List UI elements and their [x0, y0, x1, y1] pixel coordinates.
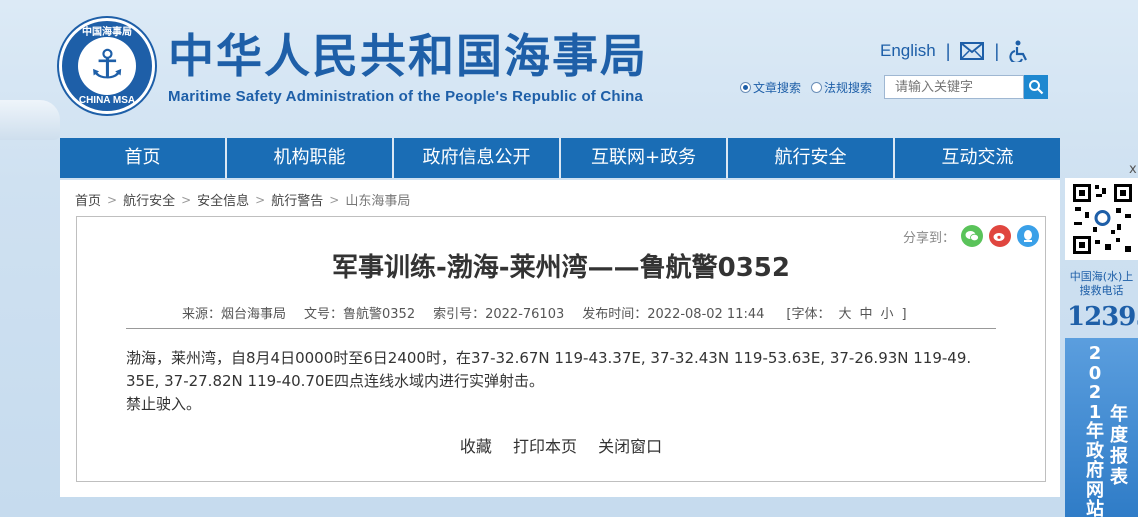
report-char: 1	[1088, 401, 1102, 423]
qq-icon[interactable]	[1017, 225, 1039, 247]
breadcrumb-shandong-msa[interactable]: 山东海事局	[345, 190, 410, 209]
radio-dot[interactable]	[811, 81, 823, 93]
breadcrumb-navigation-safety[interactable]: 航行安全	[123, 190, 175, 209]
share-label: 分享到：	[902, 230, 955, 246]
article-panel: 分享到： 军事训练-渤海-莱州湾——鲁航警0352 来源：烟台海事局 文号：鲁航…	[76, 216, 1046, 482]
meta-index-no: 索引号：2022-76103	[433, 307, 565, 322]
logo-top-text: 中国海事局	[82, 27, 132, 38]
wechat-icon[interactable]	[961, 225, 983, 247]
mail-icon[interactable]	[960, 42, 985, 60]
site-title: 中华人民共和国海事局	[168, 29, 648, 83]
report-char: 0	[1088, 362, 1102, 384]
separator: |	[945, 40, 951, 61]
report-char: 报	[1110, 446, 1128, 467]
article-meta: 来源：烟台海事局 文号：鲁航警0352 索引号：2022-76103 发布时间：…	[182, 303, 911, 322]
print-button[interactable]: 打印本页	[513, 437, 577, 456]
hotline-label-line: 搜救电话	[1079, 284, 1124, 297]
report-title-column: 年 度 报 表	[1107, 404, 1131, 488]
report-char: 年	[1110, 404, 1128, 425]
logo-bottom-text: CHINA MSA	[78, 95, 136, 106]
breadcrumb: 首页 > 航行安全 > 安全信息 > 航行警告 > 山东海事局	[75, 190, 410, 210]
radio-regulation-label: 法规搜索	[824, 80, 873, 95]
search-icon	[1029, 80, 1044, 95]
article-body: 渤海，莱州湾，自8月4日0000时至6日2400时，在37-32.67N 119…	[126, 347, 1006, 416]
radio-dot-checked[interactable]	[740, 81, 751, 93]
breadcrumb-arrow: >	[329, 192, 340, 207]
msa-logo[interactable]: 中国海事局 ⚓ CHINA MSA	[59, 18, 155, 114]
font-large-button[interactable]: 大	[838, 307, 851, 322]
body-line: 渤海，莱州湾，自8月4日0000时至6日2400时，在37-32.67N 119…	[126, 349, 972, 367]
weibo-icon[interactable]	[989, 225, 1011, 247]
site-subtitle: Maritime Safety Administration of the Pe…	[168, 88, 644, 105]
meta-doc-no: 文号：鲁航警0352	[304, 307, 416, 322]
article-title: 军事训练-渤海-莱州湾——鲁航警0352	[332, 253, 790, 283]
search-input[interactable]	[884, 75, 1025, 99]
breadcrumb-arrow: >	[181, 192, 192, 207]
meta-publish-time: 发布时间：2022-08-02 11:44	[582, 307, 765, 322]
report-year-column: 2 0 2 1 年 政 府 网 站	[1085, 344, 1105, 517]
logo-center: ⚓	[78, 37, 136, 95]
sidebar-close-button[interactable]: x	[1129, 162, 1137, 177]
meta-source: 来源：烟台海事局	[182, 307, 287, 322]
share-bar: 分享到：	[903, 225, 1039, 247]
anchor-icon: ⚓	[89, 42, 125, 88]
hotline-label: 中国海(水)上 搜救电话	[1065, 270, 1138, 298]
favorite-button[interactable]: 收藏	[460, 437, 492, 456]
top-links: English | |	[880, 38, 1029, 64]
breadcrumb-home[interactable]: 首页	[75, 190, 101, 209]
nav-item-functions[interactable]: 机构职能	[227, 138, 394, 178]
nav-item-gov-info[interactable]: 政府信息公开	[394, 138, 561, 178]
hotline-label-line: 中国海(水)上	[1069, 270, 1134, 283]
nav-item-internet-gov[interactable]: 互联网+政务	[561, 138, 728, 178]
english-link[interactable]: English	[880, 41, 936, 61]
report-char: 年	[1086, 421, 1104, 442]
accessibility-icon[interactable]	[1009, 40, 1029, 62]
article-actions: 收藏 打印本页 关闭窗口	[77, 433, 1045, 457]
main-nav: 首页 机构职能 政府信息公开 互联网+政务 航行安全 互动交流	[60, 138, 1060, 178]
nav-item-navigation-safety[interactable]: 航行安全	[728, 138, 895, 178]
separator: |	[994, 40, 1000, 61]
font-size-control: [字体： 大中小]	[782, 303, 910, 322]
body-line: 35E, 37-27.82N 119-40.70E四点连线水域内进行实弹射击。	[126, 372, 544, 390]
meta-divider	[126, 328, 996, 329]
report-char: 2	[1088, 343, 1102, 364]
report-char: 度	[1110, 425, 1128, 446]
qr-code	[1065, 178, 1138, 260]
report-char: 网	[1086, 479, 1104, 501]
report-char: 2	[1088, 382, 1102, 403]
report-char: 政	[1086, 440, 1104, 462]
hotline-number: 12395	[1067, 302, 1138, 332]
font-close-bracket: ]	[901, 307, 907, 322]
search-button[interactable]	[1024, 75, 1049, 99]
body-line: 禁止驶入。	[126, 395, 202, 413]
breadcrumb-arrow: >	[107, 192, 118, 207]
font-small-button[interactable]: 小	[881, 307, 894, 322]
search-bar: 文章搜索 法规搜索	[740, 75, 1049, 99]
nav-item-interaction[interactable]: 互动交流	[895, 138, 1060, 178]
radio-article-search[interactable]: 文章搜索	[740, 79, 801, 96]
breadcrumb-arrow: >	[255, 192, 266, 207]
header-ship-decoration	[0, 100, 60, 140]
content-area: 首页 > 航行安全 > 安全信息 > 航行警告 > 山东海事局 分享到： 军事训…	[60, 180, 1060, 497]
breadcrumb-safety-info[interactable]: 安全信息	[197, 190, 249, 209]
report-char: 表	[1110, 467, 1128, 488]
nav-item-home[interactable]: 首页	[60, 138, 227, 178]
breadcrumb-nav-warnings[interactable]: 航行警告	[271, 190, 323, 209]
report-char: 站	[1086, 499, 1104, 517]
font-label: [字体：	[786, 307, 831, 322]
annual-report-banner[interactable]: 2 0 2 1 年 政 府 网 站 年 度 报 表	[1065, 338, 1138, 517]
radio-regulation-search[interactable]: 法规搜索	[811, 79, 872, 96]
radio-article-label: 文章搜索	[753, 80, 802, 95]
report-char: 府	[1086, 460, 1104, 481]
font-medium-button[interactable]: 中	[860, 307, 873, 322]
close-window-button[interactable]: 关闭窗口	[598, 437, 662, 456]
